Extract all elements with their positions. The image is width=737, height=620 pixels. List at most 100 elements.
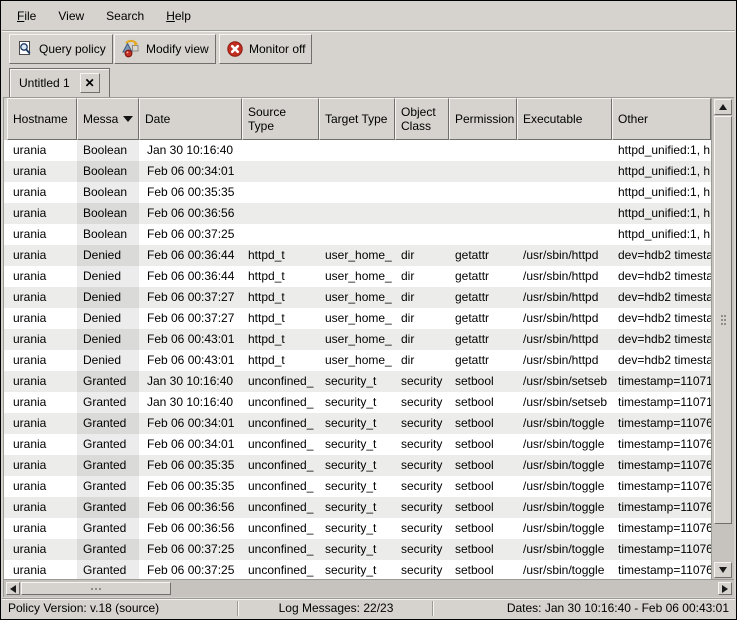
- scroll-right-button[interactable]: [718, 582, 732, 595]
- table-cell: /usr/sbin/toggle: [517, 560, 612, 579]
- table-row[interactable]: uraniaGrantedFeb 06 00:34:01unconfined_s…: [4, 434, 711, 455]
- table-cell: security_t: [319, 497, 395, 518]
- scroll-left-button[interactable]: [6, 582, 20, 595]
- table-cell: Feb 06 00:35:35: [139, 182, 242, 203]
- table-cell: [449, 161, 517, 182]
- log-table-body: uraniaBooleanJan 30 10:16:40httpd_unifie…: [4, 140, 711, 579]
- table-cell: unconfined_: [242, 392, 319, 413]
- table-cell: setbool: [449, 539, 517, 560]
- table-row[interactable]: uraniaBooleanFeb 06 00:36:56httpd_unifie…: [4, 203, 711, 224]
- tab-close-button[interactable]: ✕: [80, 73, 100, 93]
- table-row[interactable]: uraniaGrantedJan 30 10:16:40unconfined_s…: [4, 371, 711, 392]
- table-cell: Feb 06 00:36:56: [139, 518, 242, 539]
- table-row[interactable]: uraniaBooleanFeb 06 00:35:35httpd_unifie…: [4, 182, 711, 203]
- column-header-target-type[interactable]: Target Type: [319, 98, 395, 140]
- table-cell: getattr: [449, 287, 517, 308]
- menu-item-view[interactable]: View: [47, 2, 95, 30]
- table-row[interactable]: uraniaDeniedFeb 06 00:37:27httpd_tuser_h…: [4, 308, 711, 329]
- dates-status: Dates: Jan 30 10:16:40 - Feb 06 00:43:01: [507, 599, 729, 618]
- table-cell: [242, 203, 319, 224]
- table-cell: Granted: [77, 392, 139, 413]
- table-cell: Boolean: [77, 140, 139, 161]
- table-row[interactable]: uraniaDeniedFeb 06 00:36:44httpd_tuser_h…: [4, 266, 711, 287]
- modify-view-button[interactable]: Modify view: [114, 34, 216, 64]
- table-cell: dev=hdb2 timesta: [612, 329, 711, 350]
- column-header-object-class[interactable]: Object Class: [395, 98, 449, 140]
- toolbar: Query policy Modify view: [2, 32, 735, 66]
- vertical-scrollbar[interactable]: [711, 98, 734, 579]
- table-row[interactable]: uraniaGrantedFeb 06 00:34:01unconfined_s…: [4, 413, 711, 434]
- query-policy-button[interactable]: Query policy: [9, 34, 113, 64]
- query-policy-label: Query policy: [39, 42, 106, 56]
- table-cell: dir: [395, 308, 449, 329]
- table-row[interactable]: uraniaBooleanFeb 06 00:37:25httpd_unifie…: [4, 224, 711, 245]
- menu-item-search[interactable]: Search: [95, 2, 155, 30]
- horizontal-scrollbar-thumb[interactable]: [21, 582, 171, 595]
- monitor-off-icon: [226, 40, 244, 58]
- scroll-down-button[interactable]: [714, 562, 732, 578]
- table-row[interactable]: uraniaBooleanJan 30 10:16:40httpd_unifie…: [4, 140, 711, 161]
- table-cell: /usr/sbin/toggle: [517, 434, 612, 455]
- table-cell: [242, 182, 319, 203]
- column-header-other[interactable]: Other: [612, 98, 711, 140]
- table-cell: setbool: [449, 476, 517, 497]
- table-cell: httpd_t: [242, 329, 319, 350]
- vertical-scrollbar-thumb[interactable]: [714, 116, 732, 524]
- table-cell: urania: [7, 161, 77, 182]
- table-cell: /usr/sbin/toggle: [517, 497, 612, 518]
- table-row[interactable]: uraniaGrantedFeb 06 00:36:56unconfined_s…: [4, 518, 711, 539]
- table-cell: dev=hdb2 timesta: [612, 245, 711, 266]
- table-cell: Boolean: [77, 224, 139, 245]
- column-header-executable[interactable]: Executable: [517, 98, 612, 140]
- table-cell: security_t: [319, 413, 395, 434]
- table-cell: security: [395, 560, 449, 579]
- column-header-messa[interactable]: Messa: [77, 98, 139, 140]
- horizontal-scrollbar[interactable]: [4, 579, 734, 597]
- table-cell: user_home_: [319, 287, 395, 308]
- column-header-source-type[interactable]: Source Type: [242, 98, 319, 140]
- menu-item-file[interactable]: File: [6, 2, 47, 30]
- table-cell: dev=hdb2 timesta: [612, 287, 711, 308]
- table-cell: httpd_t: [242, 350, 319, 371]
- table-cell: setbool: [449, 455, 517, 476]
- table-row[interactable]: uraniaDeniedFeb 06 00:43:01httpd_tuser_h…: [4, 329, 711, 350]
- table-row[interactable]: uraniaGrantedJan 30 10:16:40unconfined_s…: [4, 392, 711, 413]
- table-cell: Granted: [77, 518, 139, 539]
- tab-untitled-1[interactable]: Untitled 1 ✕: [9, 68, 110, 97]
- table-row[interactable]: uraniaGrantedFeb 06 00:36:56unconfined_s…: [4, 497, 711, 518]
- table-cell: Jan 30 10:16:40: [139, 140, 242, 161]
- table-cell: setbool: [449, 518, 517, 539]
- table-cell: Granted: [77, 434, 139, 455]
- column-header-permission[interactable]: Permission: [449, 98, 517, 140]
- column-header-label: Object Class: [401, 105, 443, 133]
- table-cell: user_home_: [319, 329, 395, 350]
- column-header-date[interactable]: Date: [139, 98, 242, 140]
- tab-label: Untitled 1: [19, 76, 70, 90]
- table-cell: Feb 06 00:34:01: [139, 434, 242, 455]
- table-row[interactable]: uraniaGrantedFeb 06 00:35:35unconfined_s…: [4, 476, 711, 497]
- close-icon: ✕: [85, 77, 95, 89]
- table-cell: user_home_: [319, 308, 395, 329]
- table-cell: security: [395, 518, 449, 539]
- table-cell: Denied: [77, 308, 139, 329]
- table-cell: unconfined_: [242, 455, 319, 476]
- table-row[interactable]: uraniaDeniedFeb 06 00:36:44httpd_tuser_h…: [4, 245, 711, 266]
- table-row[interactable]: uraniaGrantedFeb 06 00:37:25unconfined_s…: [4, 539, 711, 560]
- column-header-hostname[interactable]: Hostname: [7, 98, 77, 140]
- table-row[interactable]: uraniaDeniedFeb 06 00:43:01httpd_tuser_h…: [4, 350, 711, 371]
- table-row[interactable]: uraniaBooleanFeb 06 00:34:01httpd_unifie…: [4, 161, 711, 182]
- table-row[interactable]: uraniaGrantedFeb 06 00:37:25unconfined_s…: [4, 560, 711, 579]
- table-cell: /usr/sbin/httpd: [517, 329, 612, 350]
- table-cell: [242, 140, 319, 161]
- table-row[interactable]: uraniaDeniedFeb 06 00:37:27httpd_tuser_h…: [4, 287, 711, 308]
- table-cell: Feb 06 00:37:25: [139, 560, 242, 579]
- table-row[interactable]: uraniaGrantedFeb 06 00:35:35unconfined_s…: [4, 455, 711, 476]
- table-cell: [449, 140, 517, 161]
- monitor-off-button[interactable]: Monitor off: [219, 34, 312, 64]
- table-cell: Granted: [77, 476, 139, 497]
- table-cell: security: [395, 434, 449, 455]
- scroll-up-button[interactable]: [714, 99, 732, 115]
- table-cell: urania: [7, 518, 77, 539]
- table-cell: Denied: [77, 266, 139, 287]
- menu-item-help[interactable]: Help: [155, 2, 202, 30]
